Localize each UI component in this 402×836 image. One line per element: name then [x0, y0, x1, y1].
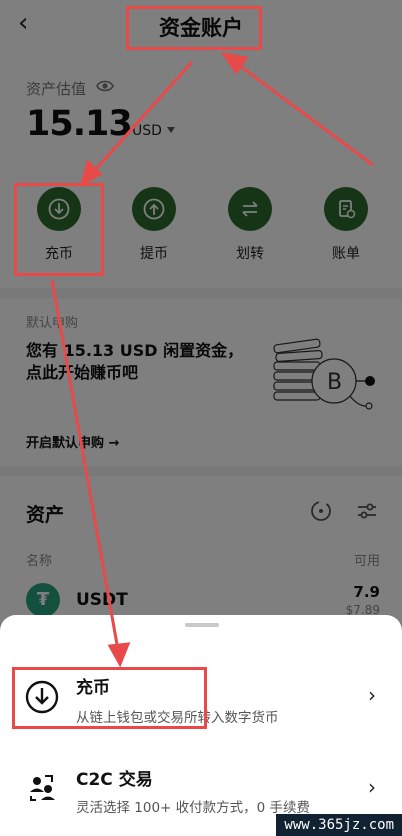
annotation-arrows — [50, 51, 374, 668]
watermark: www.365jz.com — [276, 814, 402, 836]
fund-account-screen: ‹ 资金账户 资产估值 15.13 USD 充币 提币 划转 账单 默认申购 您… — [0, 0, 402, 836]
